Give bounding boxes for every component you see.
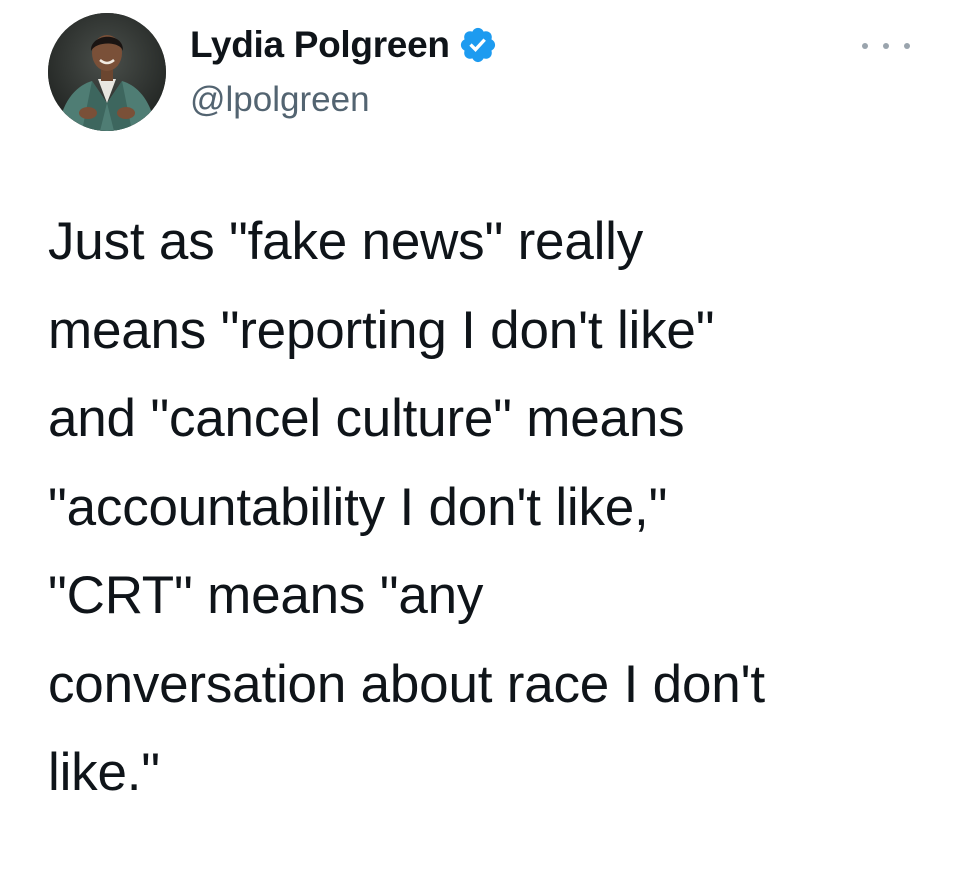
tweet-text-line: conversation about race I don't <box>48 654 765 714</box>
tweet-text-line: "CRT" means "any <box>48 566 484 625</box>
tweet-text: Just as "fake news" really means "report… <box>48 198 928 818</box>
display-name[interactable]: Lydia Polgreen <box>190 24 450 66</box>
handle[interactable]: @lpolgreen <box>190 80 498 120</box>
avatar[interactable] <box>48 13 166 131</box>
profile-photo-icon <box>48 13 166 131</box>
more-options-icon <box>862 38 910 54</box>
author-info: Lydia Polgreen @lpolgreen <box>190 20 498 120</box>
tweet-text-line: means "reporting I don't like" <box>48 300 715 360</box>
tweet-text-line: "accountability I don't like," <box>48 477 668 537</box>
tweet-text-line: Just as "fake news" really <box>48 212 644 271</box>
verified-badge-icon <box>458 25 498 65</box>
tweet-text-line: like." <box>48 743 160 802</box>
tweet-text-line: and "cancel culture" means <box>48 389 685 448</box>
more-options-button[interactable] <box>860 30 912 60</box>
display-name-row: Lydia Polgreen <box>190 20 498 70</box>
tweet-card: Lydia Polgreen @lpolgreen Just as "fake … <box>0 0 960 884</box>
